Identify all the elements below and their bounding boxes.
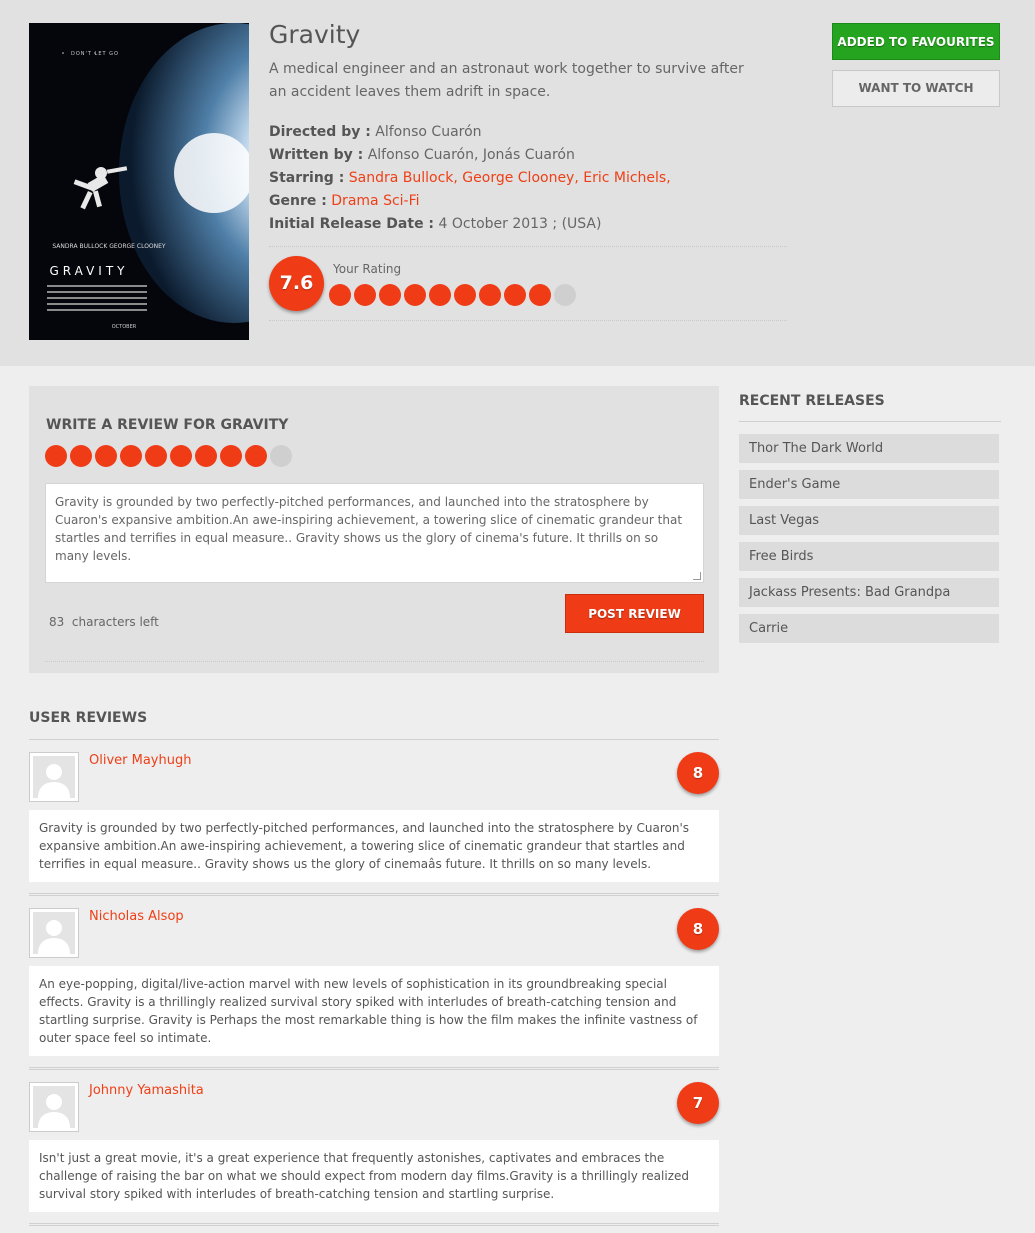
reviewer-name[interactable]: Oliver Mayhugh <box>89 753 191 768</box>
avatar <box>29 1082 79 1132</box>
rating-dot[interactable] <box>554 284 576 306</box>
characters-left-count: 83 <box>49 615 65 629</box>
default-avatar-icon <box>33 912 75 954</box>
resize-grip-icon[interactable] <box>693 572 701 580</box>
movie-title: Gravity <box>269 20 361 49</box>
written-value: Alfonso Cuarón, Jonás Cuarón <box>367 147 575 163</box>
release-item[interactable]: Free Birds <box>739 542 999 571</box>
movie-info: Gravity A medical engineer and an astron… <box>269 20 789 321</box>
reviewer-name[interactable]: Nicholas Alsop <box>89 909 184 924</box>
movie-header: DON'T LET GO SANDRA BULLOCK GEORGE CLOON… <box>0 0 1035 366</box>
rating-dot[interactable] <box>429 284 451 306</box>
poster-cast: SANDRA BULLOCK GEORGE CLOONEY <box>52 243 166 250</box>
avatar <box>29 752 79 802</box>
rating-dot[interactable] <box>195 445 217 467</box>
genre-row: Genre : Drama Sci-Fi <box>269 190 789 213</box>
default-avatar-icon <box>33 756 75 798</box>
reviewer-name[interactable]: Johnny Yamashita <box>89 1083 204 1098</box>
divider <box>45 661 704 662</box>
user-reviews-heading: USER REVIEWS <box>29 710 148 726</box>
release-item[interactable]: Carrie <box>739 614 999 643</box>
directed-label: Directed by : <box>269 124 371 140</box>
poster-month: OCTOBER <box>112 324 137 330</box>
rating-dot[interactable] <box>404 284 426 306</box>
movie-synopsis: A medical engineer and an astronaut work… <box>269 61 744 100</box>
directed-row: Directed by : Alfonso Cuarón <box>269 121 789 144</box>
written-row: Written by : Alfonso Cuarón, Jonás Cuaró… <box>269 144 789 167</box>
starring-row: Starring : Sandra Bullock, George Cloone… <box>269 167 789 190</box>
divider <box>269 320 787 321</box>
rating-dot[interactable] <box>329 284 351 306</box>
poster-title: GRAVITY <box>50 264 129 278</box>
divider <box>29 893 719 896</box>
characters-left: 83 characters left <box>49 615 159 629</box>
rating-dot[interactable] <box>379 284 401 306</box>
review-text: Gravity is grounded by two perfectly-pit… <box>29 810 719 882</box>
rating-dot[interactable] <box>354 284 376 306</box>
write-review-panel: WRITE A REVIEW FOR GRAVITY Gravity is gr… <box>29 386 719 673</box>
release-item[interactable]: Jackass Presents: Bad Grandpa <box>739 578 999 607</box>
divider <box>29 1067 719 1070</box>
genre-label: Genre : <box>269 193 327 209</box>
review-text: Isn't just a great movie, it's a great e… <box>29 1140 719 1212</box>
review-text: An eye-popping, digital/live-action marv… <box>29 966 719 1056</box>
characters-left-label: characters left <box>71 615 159 629</box>
genre-links[interactable]: Drama Sci-Fi <box>331 193 419 209</box>
review-textarea-value: Gravity is grounded by two perfectly-pit… <box>55 495 683 563</box>
recent-releases-sidebar: RECENT RELEASES Thor The Dark World Ende… <box>739 386 1001 650</box>
recent-releases-list: Thor The Dark World Ender's Game Last Ve… <box>739 434 1001 643</box>
movie-meta: Directed by : Alfonso Cuarón Written by … <box>269 121 789 236</box>
release-row: Initial Release Date : 4 October 2013 ; … <box>269 213 789 236</box>
rating-dot[interactable] <box>220 445 242 467</box>
default-avatar-icon <box>33 1086 75 1128</box>
rating-dot[interactable] <box>170 445 192 467</box>
poster-tagline: DON'T LET GO <box>71 51 119 57</box>
rating-dot[interactable] <box>479 284 501 306</box>
rating-dot[interactable] <box>70 445 92 467</box>
release-item[interactable]: Thor The Dark World <box>739 434 999 463</box>
your-rating-dots[interactable] <box>329 284 576 306</box>
written-label: Written by : <box>269 147 364 163</box>
rating-dot[interactable] <box>45 445 67 467</box>
starring-label: Starring : <box>269 170 345 186</box>
your-rating-label: Your Rating <box>333 262 402 276</box>
post-review-button[interactable]: POST REVIEW <box>565 594 704 633</box>
release-label: Initial Release Date : <box>269 216 435 232</box>
rating-dot[interactable] <box>95 445 117 467</box>
rating-dot[interactable] <box>145 445 167 467</box>
added-to-favourites-button[interactable]: ADDED TO FAVOURITES <box>832 23 1000 60</box>
want-to-watch-button[interactable]: WANT TO WATCH <box>832 70 1000 107</box>
release-value: 4 October 2013 ; (USA) <box>438 216 602 232</box>
review-rating-dots[interactable] <box>45 445 292 467</box>
rating-dot[interactable] <box>529 284 551 306</box>
review-score-badge: 7 <box>677 1082 719 1124</box>
rating-area: 7.6 Your Rating <box>269 247 789 320</box>
divider <box>29 739 719 740</box>
review-score-badge: 8 <box>677 752 719 794</box>
divider <box>29 1223 719 1226</box>
review-score-badge: 8 <box>677 908 719 950</box>
movie-poster: DON'T LET GO SANDRA BULLOCK GEORGE CLOON… <box>29 23 249 340</box>
avatar <box>29 908 79 958</box>
rating-dot[interactable] <box>504 284 526 306</box>
rating-dot[interactable] <box>120 445 142 467</box>
starring-links[interactable]: Sandra Bullock, George Clooney, Eric Mic… <box>349 170 671 186</box>
recent-releases-heading: RECENT RELEASES <box>739 393 1001 422</box>
write-review-heading: WRITE A REVIEW FOR GRAVITY <box>46 417 289 433</box>
rating-dot[interactable] <box>270 445 292 467</box>
release-item[interactable]: Ender's Game <box>739 470 999 499</box>
review-textarea[interactable]: Gravity is grounded by two perfectly-pit… <box>45 483 704 583</box>
directed-value: Alfonso Cuarón <box>375 124 482 140</box>
rating-dot[interactable] <box>454 284 476 306</box>
rating-dot[interactable] <box>245 445 267 467</box>
release-item[interactable]: Last Vegas <box>739 506 999 535</box>
average-score-badge: 7.6 <box>269 256 324 311</box>
